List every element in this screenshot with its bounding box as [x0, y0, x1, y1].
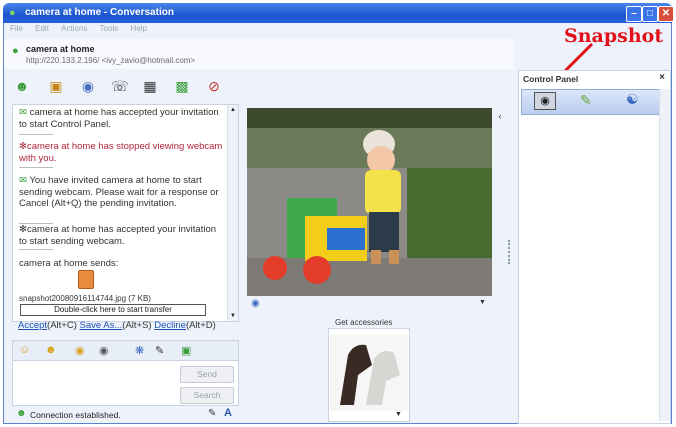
message-input[interactable]: Send Search [12, 360, 239, 406]
webcam-controls: ◉ ▼ [247, 296, 492, 311]
invite-contact-icon[interactable]: ☻ [12, 76, 32, 96]
chat-message-alert: ✻camera at home has stopped viewing webc… [19, 141, 223, 164]
minimize-button[interactable]: – [626, 6, 642, 22]
file-name[interactable]: snapshot20080916114744.jpg (7 KB) [19, 293, 224, 305]
title-bar: ● camera at home - Conversation – □ ✕ [3, 3, 674, 23]
block-icon[interactable]: ⊘ [204, 76, 224, 96]
background-icon[interactable]: ▣ [181, 344, 191, 357]
chat-message: ✻camera at home has accepted your invita… [19, 224, 217, 247]
sends-label: camera at home sends: [19, 258, 119, 269]
accept-shortcut: (Alt+C) [47, 320, 77, 331]
send-files-icon[interactable]: ▣ [46, 76, 66, 96]
display-picture-menu-icon[interactable]: ▼ [395, 411, 402, 418]
contact-name: camera at home [26, 44, 95, 54]
close-button[interactable]: ✕ [658, 6, 674, 22]
edit-icon[interactable]: ✎ [208, 408, 216, 419]
font-icon[interactable]: ❋ [135, 344, 144, 357]
control-panel-title: Control Panel [523, 74, 579, 84]
message-separator [19, 134, 53, 135]
accept-msg-icon: ✉ [19, 107, 27, 118]
menu-tools[interactable]: Tools [100, 24, 119, 33]
send-button[interactable]: Send [180, 366, 234, 383]
webcam-image [247, 108, 492, 296]
activities-icon[interactable]: ▦ [140, 76, 160, 96]
control-panel-close-button[interactable]: × [659, 72, 665, 83]
collapse-panel-button[interactable]: ‹ [494, 108, 506, 124]
save-as-shortcut: (Alt+S) [122, 320, 152, 331]
accept-link[interactable]: Accept [18, 320, 47, 331]
accessories-display-picture[interactable]: ▼ [328, 328, 410, 422]
scroll-up-icon[interactable]: ▲ [230, 107, 236, 113]
invite-msg-icon: ✉ [19, 175, 27, 186]
control-panel-scrollbar[interactable] [659, 89, 670, 421]
display-picture-image [330, 335, 408, 411]
pane-splitter[interactable] [508, 240, 514, 264]
chat-scrollbar[interactable]: ▲ ▼ [227, 105, 238, 321]
menu-file[interactable]: File [10, 24, 23, 33]
messenger-icon: ● [9, 7, 16, 19]
stop-webcam-icon: ✻ [19, 141, 27, 152]
connection-icon: ☻ [16, 408, 27, 419]
pan-tilt-icon[interactable]: ✎ [580, 92, 592, 109]
nudge-icon[interactable]: ◉ [75, 344, 85, 357]
contact-status-icon: ● [12, 45, 19, 57]
file-thumbnail-icon[interactable] [78, 270, 94, 289]
status-bar: ☻ Connection established. ✎ A [12, 406, 237, 422]
webcam-settings-icon[interactable]: ◉ [251, 298, 260, 309]
camera-settings-icon[interactable]: ☯ [626, 91, 639, 108]
font-size-icon[interactable]: A [224, 407, 232, 419]
snapshot-camera-icon[interactable]: ◉ [534, 92, 556, 110]
conversation-toolbar: ☻ ▣ ◉ ☏ ▦ ▩ ⊘ [4, 70, 242, 100]
call-icon[interactable]: ☏ [110, 76, 130, 96]
voice-clip-icon[interactable]: ◉ [99, 344, 109, 357]
control-panel: Control Panel × ◉ ✎ ☯ [518, 70, 671, 424]
decline-link[interactable]: Decline [154, 320, 186, 331]
chat-history[interactable]: ✉ camera at home has accepted your invit… [12, 104, 239, 322]
games-icon[interactable]: ▩ [172, 76, 192, 96]
message-separator [19, 167, 53, 168]
status-text: Connection established. [30, 410, 121, 420]
menu-help[interactable]: Help [131, 24, 147, 33]
save-as-link[interactable]: Save As... [80, 320, 123, 331]
transfer-actions: Accept(Alt+C) Save As...(Alt+S) Decline(… [18, 320, 216, 331]
format-toolbar: ☺ ☻ ◉ ◉ ❋ ✎ ▣ [12, 340, 239, 362]
chat-message: ✉ You have invited camera at home to sta… [19, 175, 219, 209]
handwriting-icon[interactable]: ✎ [155, 344, 164, 357]
contact-header: ● camera at home http://220.133.2.196/ <… [4, 39, 514, 69]
webcam-menu-arrow-icon[interactable]: ▼ [479, 299, 486, 306]
search-button[interactable]: Search [180, 387, 234, 404]
maximize-button[interactable]: □ [642, 6, 658, 22]
start-transfer-button[interactable]: Double-click here to start transfer [20, 304, 206, 316]
wink-icon[interactable]: ☻ [45, 344, 57, 356]
decline-shortcut: (Alt+D) [185, 320, 216, 331]
contact-address: http://220.133.2.196/ <ivy_zavio@hotmail… [26, 56, 196, 65]
chat-message: ✉ camera at home has accepted your invit… [19, 107, 219, 130]
webcam-icon[interactable]: ◉ [78, 76, 98, 96]
message-separator [19, 249, 53, 250]
webcam-video [247, 108, 492, 296]
window-title: camera at home - Conversation [25, 7, 174, 18]
webcam-msg-icon: ✻ [19, 224, 27, 235]
menu-edit[interactable]: Edit [35, 24, 49, 33]
control-panel-toolbar: ◉ ✎ ☯ [521, 89, 660, 115]
scroll-down-icon[interactable]: ▼ [230, 313, 236, 319]
menu-actions[interactable]: Actions [61, 24, 87, 33]
emoticon-icon[interactable]: ☺ [19, 344, 30, 356]
accessories-label: Get accessories [335, 318, 393, 327]
